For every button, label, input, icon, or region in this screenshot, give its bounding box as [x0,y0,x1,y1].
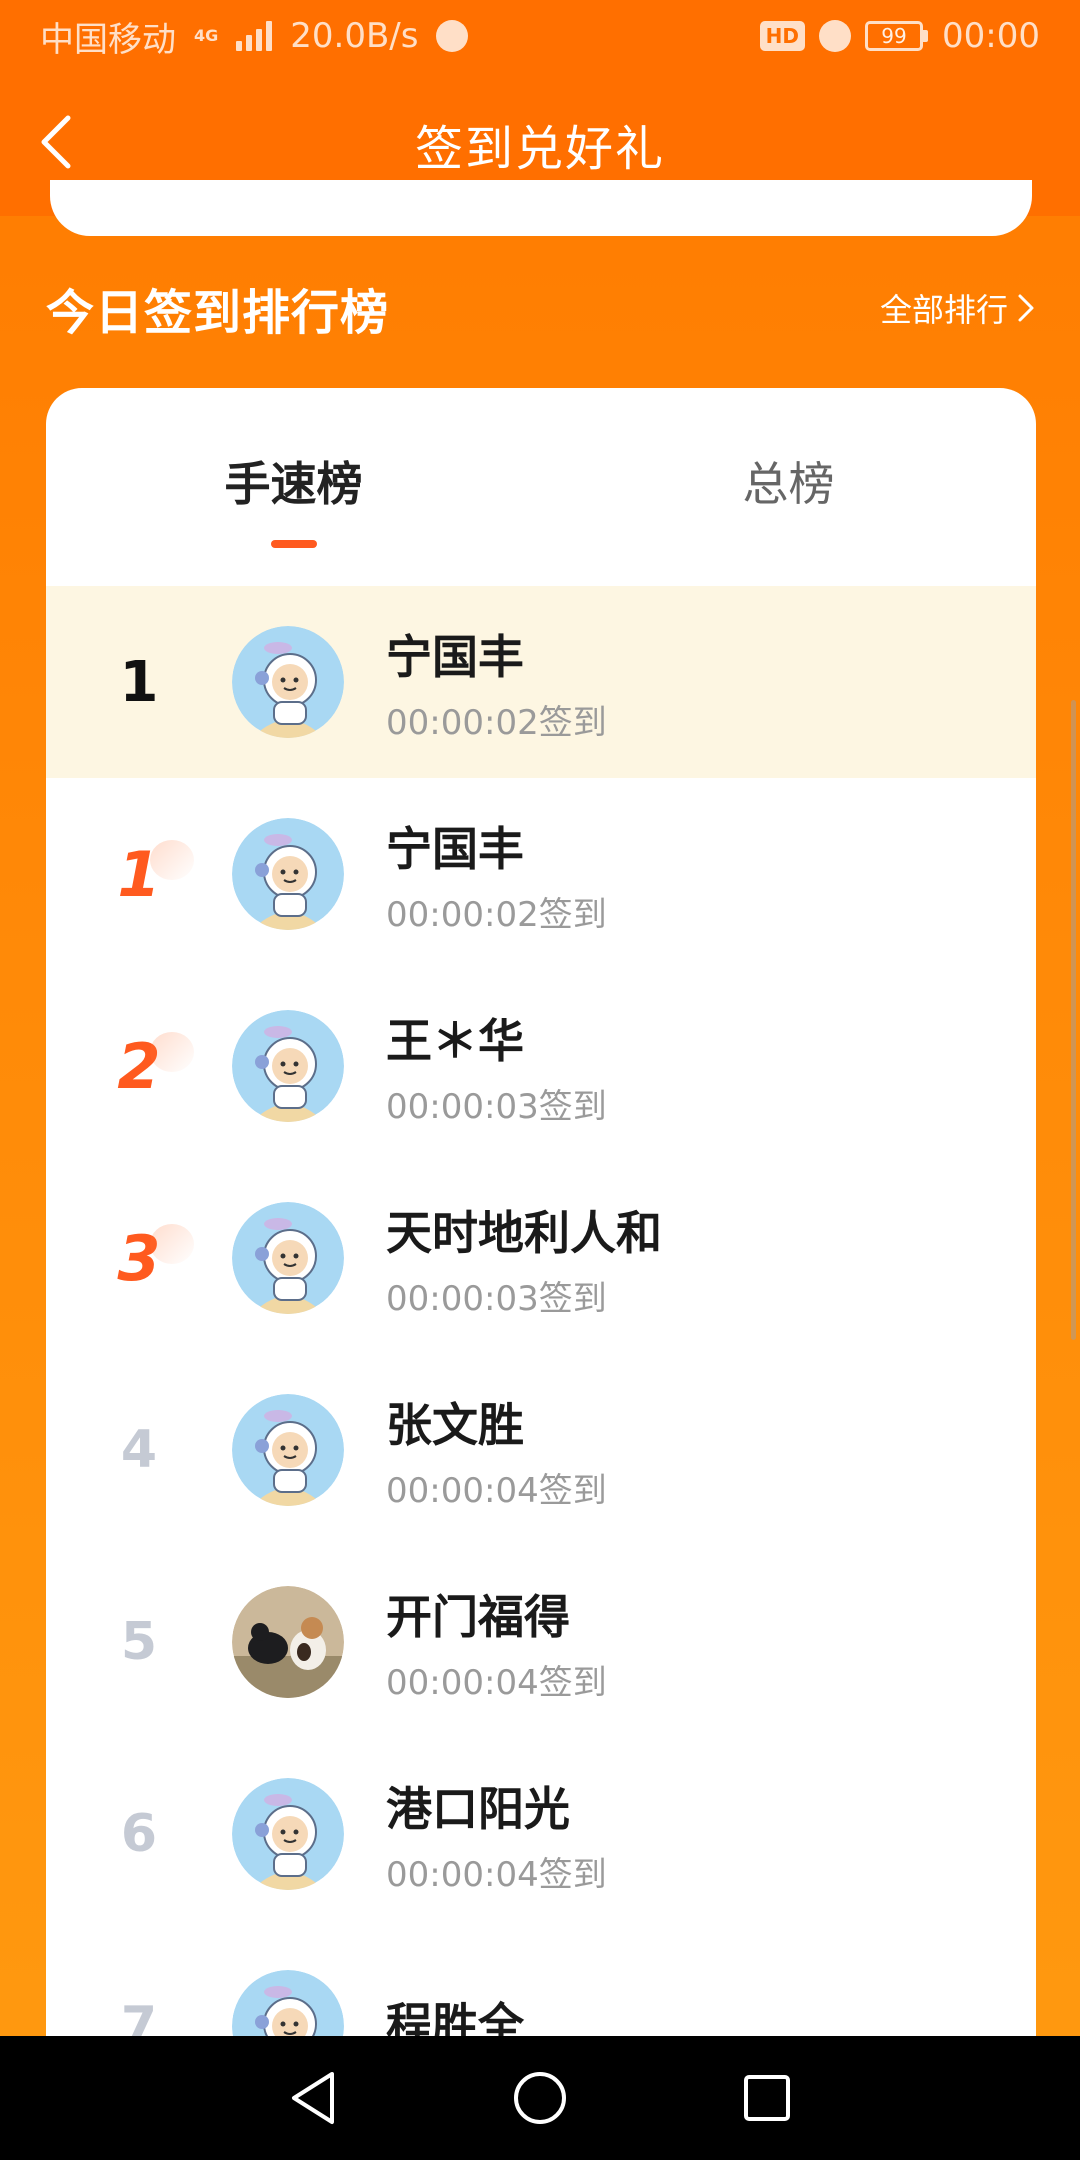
user-info: 港口阳光 00:00:04签到 [386,1773,607,1896]
rank-value: 1 [119,649,159,715]
circle-home-icon [513,2072,566,2124]
checkin-time: 00:00:04签到 [386,1662,607,1703]
user-info: 宁国丰 00:00:02签到 [386,621,607,744]
tab-label: 总榜 [742,457,835,511]
ranking-row[interactable]: 6 港口阳光 00:00:04签到 [46,1738,1036,1930]
user-info: 天时地利人和 00:00:03签到 [386,1197,662,1320]
carrier-label: 中国移动 [40,19,176,60]
all-ranking-link[interactable]: 全部排行 [880,285,1036,331]
rank-swoosh-decoration [150,1031,194,1072]
rank-number: 1 [46,650,232,715]
rank-number: 4 [46,1420,232,1480]
ranking-row[interactable]: 5 开门福得 00:00:04签到 [46,1546,1036,1738]
ranking-section-header: 今日签到排行榜 全部排行 [46,268,1036,348]
rank-number: 7 [46,1996,232,2038]
rank-value: 5 [120,1612,158,1672]
clock: 00:00 [942,16,1040,56]
nav-recents-button[interactable] [737,2068,797,2128]
nav-back-button[interactable] [283,2068,343,2128]
checkin-time: 00:00:02签到 [386,702,607,743]
user-info: 程胜全 [386,1989,524,2038]
avatar[interactable] [232,626,344,738]
checkin-time: 00:00:02签到 [386,894,607,935]
checkin-time: 00:00:03签到 [386,1278,607,1319]
scrollbar[interactable] [1071,700,1076,1340]
my-ranking-row[interactable]: 1 宁国丰 00:00:02签到 [46,586,1036,778]
tab-label: 手速榜 [224,457,363,511]
user-name: 开门福得 [386,1589,570,1644]
rank-swoosh-decoration [150,839,194,880]
tab-speed-ranking[interactable]: 手速榜 [46,388,541,586]
page-title: 签到兑好礼 [414,121,665,177]
checkin-time: 00:00:04签到 [386,1854,607,1895]
user-info: 宁国丰 00:00:02签到 [386,813,607,936]
avatar[interactable] [232,1970,344,2038]
network-label: 4G [194,26,219,45]
avatar[interactable] [232,1394,344,1506]
rank-value: 7 [120,1996,158,2038]
data-saver-icon [819,20,852,52]
user-name: 张文胜 [386,1397,524,1452]
leaderboard-tabs: 手速榜 总榜 [46,388,1036,586]
ranking-row[interactable]: 4 张文胜 00:00:04签到 [46,1354,1036,1546]
status-bar: 中国移动 4G 20.0B/s HD 99 00:00 [0,0,1080,72]
rank-number: 1 [46,838,232,911]
checkin-time: 00:00:03签到 [386,1086,607,1127]
avatar[interactable] [232,1586,344,1698]
user-name: 宁国丰 [386,629,524,684]
rank-value: 4 [120,1420,158,1480]
tab-total-ranking[interactable]: 总榜 [541,388,1036,586]
rank-number: 2 [46,1030,232,1103]
triangle-back-icon [292,2072,335,2124]
hd-badge: HD [759,21,806,51]
ranking-row[interactable]: 2 王＊华 00:00:03签到 [46,970,1036,1162]
avatar[interactable] [232,1010,344,1122]
user-info: 王＊华 00:00:03签到 [386,1005,607,1128]
ranking-row[interactable]: 7 程胜全 [46,1930,1036,2038]
user-info: 张文胜 00:00:04签到 [386,1389,607,1512]
back-arrow-icon [41,115,71,169]
ranking-title: 今日签到排行榜 [46,285,390,341]
checkin-time: 00:00:04签到 [386,1470,607,1511]
rank-number: 3 [46,1222,232,1295]
system-nav-bar [0,2036,1080,2160]
previous-card [50,180,1032,236]
all-ranking-label: 全部排行 [879,291,1008,329]
chevron-right-icon [1018,294,1034,322]
rank-number: 5 [46,1612,232,1672]
battery-icon: 99 [865,21,929,51]
nav-home-button[interactable] [510,2068,570,2128]
ranking-row[interactable]: 3 天时地利人和 00:00:03签到 [46,1162,1036,1354]
leaderboard-card: 手速榜 总榜 1 宁国丰 00:00:02签到 1 宁国丰 00:00:02签到… [46,388,1036,2038]
ranking-list: 1 宁国丰 00:00:02签到 1 宁国丰 00:00:02签到 2 王＊华 … [46,586,1036,2038]
active-tab-indicator [270,540,317,548]
user-name: 港口阳光 [386,1781,570,1836]
user-name: 程胜全 [386,1998,524,2038]
battery-level: 99 [865,21,924,51]
avatar[interactable] [232,1778,344,1890]
user-name: 天时地利人和 [386,1205,662,1260]
avatar[interactable] [232,818,344,930]
status-left: 中国移动 4G 20.0B/s [40,12,469,61]
avatar[interactable] [232,1202,344,1314]
user-info: 开门福得 00:00:04签到 [386,1581,607,1704]
net-speed: 20.0B/s [290,16,419,56]
rank-swoosh-decoration [150,1223,194,1264]
ranking-row[interactable]: 1 宁国丰 00:00:02签到 [46,778,1036,970]
rank-number: 6 [46,1804,232,1864]
soundwave-icon [436,20,469,52]
signal-icon [236,21,273,51]
back-button[interactable] [24,110,88,174]
user-name: 宁国丰 [386,821,524,876]
status-right: HD 99 00:00 [759,16,1040,56]
rank-value: 6 [120,1804,158,1864]
square-recents-icon [743,2075,790,2121]
user-name: 王＊华 [386,1013,524,1068]
